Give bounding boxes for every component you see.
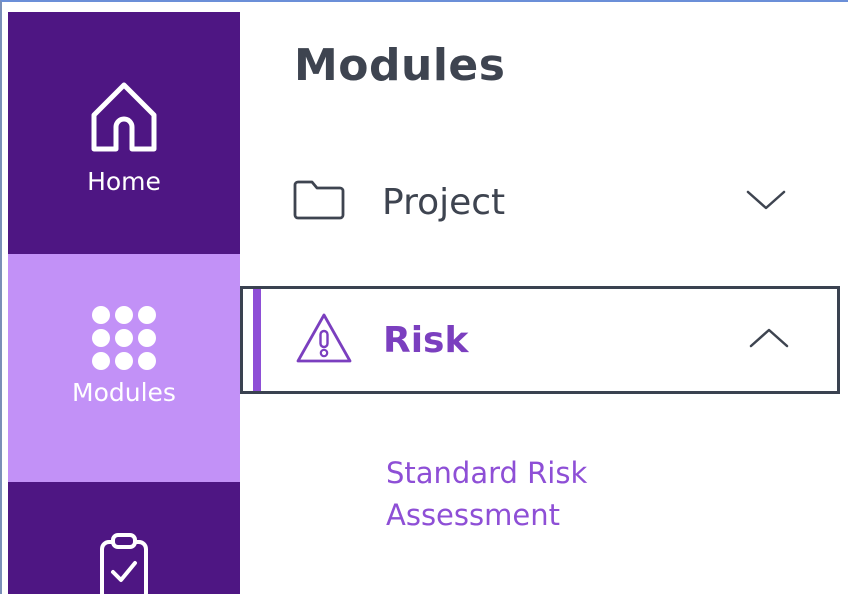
- menu-item-risk[interactable]: Risk: [240, 286, 840, 394]
- submenu-item-standard-risk-assessment[interactable]: Standard Risk Assessment: [386, 452, 686, 536]
- rail-item-tasks[interactable]: [8, 482, 240, 594]
- clipboard-check-icon: [98, 532, 150, 594]
- app-frame: Home Modules Modules Project Risk Standa…: [0, 0, 848, 594]
- grid-dots-icon: [92, 306, 156, 370]
- panel-title: Modules: [294, 40, 506, 91]
- modules-panel: Modules Project Risk Standard Risk Asses…: [240, 12, 848, 594]
- chevron-down-icon[interactable]: [745, 188, 787, 216]
- menu-item-label: Risk: [383, 319, 469, 361]
- chevron-up-icon[interactable]: [748, 326, 790, 354]
- active-indicator: [253, 289, 261, 391]
- nav-rail: Home Modules: [8, 12, 240, 594]
- rail-item-label: Home: [87, 167, 161, 196]
- folder-icon: [292, 179, 346, 225]
- menu-item-label: Project: [382, 181, 506, 223]
- rail-item-label: Modules: [72, 378, 176, 407]
- menu-item-project[interactable]: Project: [240, 152, 848, 252]
- warning-icon: [295, 311, 353, 369]
- rail-item-home[interactable]: Home: [8, 12, 240, 254]
- rail-item-modules[interactable]: Modules: [8, 254, 240, 482]
- home-icon: [84, 77, 164, 159]
